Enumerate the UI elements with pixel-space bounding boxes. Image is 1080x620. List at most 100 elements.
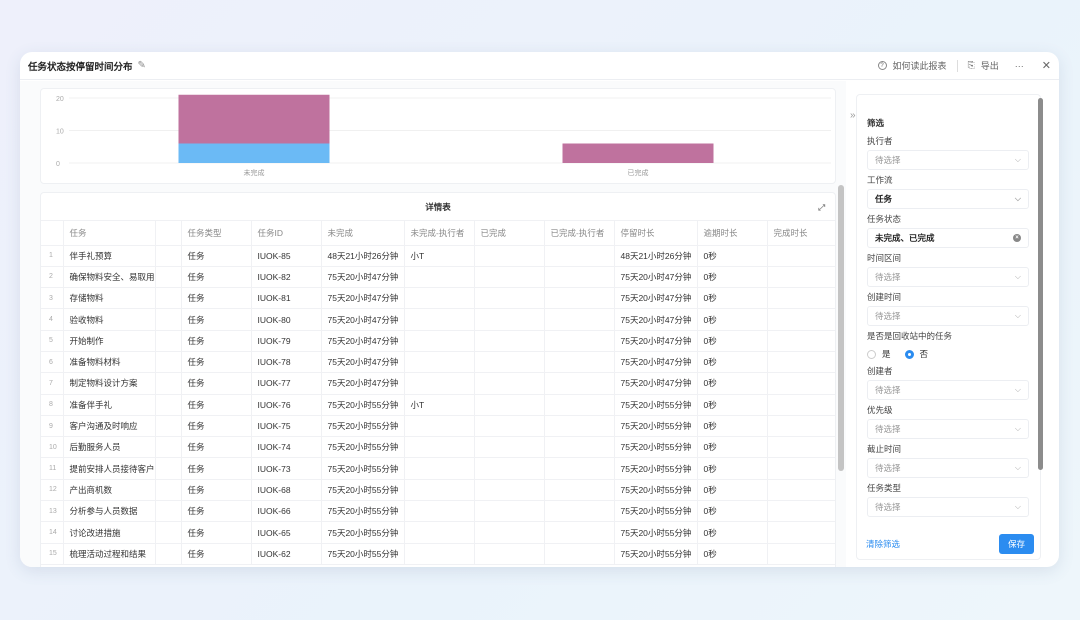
- table-cell: 确保物料安全、易取用: [63, 266, 156, 289]
- export-button[interactable]: 导出: [981, 59, 999, 72]
- table-row[interactable]: 5 开始制作 任务 IUOK-79 75天20小时47分钟 75天20小时47分钟 0秒: [41, 330, 835, 352]
- table-cell: 75天20小时47分钟: [321, 372, 405, 395]
- table-cell: 0秒: [697, 479, 768, 502]
- col-header[interactable]: 任务: [63, 221, 156, 246]
- stacked-bar-chart: 0 10 20 未完成 已完成: [56, 94, 831, 177]
- row-index: 2: [41, 266, 64, 289]
- filter-select[interactable]: 待选择 ⌵: [867, 380, 1029, 400]
- filter-select[interactable]: 待选择 ⌵: [867, 150, 1029, 170]
- table-row[interactable]: 4 验收物料 任务 IUOK-80 75天20小时47分钟 75天20小时47分钟 0秒: [41, 308, 835, 331]
- select-value: 待选择: [875, 272, 901, 282]
- col-header[interactable]: 逾期时长: [697, 221, 768, 246]
- filter-select[interactable]: 待选择 ⌵: [867, 267, 1029, 287]
- table-cell: 任务: [181, 500, 252, 523]
- col-header[interactable]: 未完成: [321, 221, 405, 246]
- table-row[interactable]: 8 准备伴手礼 任务 IUOK-76 75天20小时55分钟 小T 75天20小时55分钟 0…: [41, 394, 835, 416]
- radio-yes[interactable]: [867, 349, 876, 359]
- table-cell: 任务: [181, 394, 252, 416]
- table-cell: [155, 500, 182, 523]
- table-row[interactable]: 10 后勤服务人员 任务 IUOK-74 75天20小时55分钟 75天20小时55分钟 0…: [41, 436, 835, 459]
- table-cell: [155, 457, 182, 480]
- row-index: 10: [41, 436, 64, 459]
- filter-select[interactable]: 待选择 ⌵: [867, 419, 1029, 439]
- table-cell: 75天20小时47分钟: [321, 287, 405, 310]
- table-row[interactable]: 6 准备物料材料 任务 IUOK-78 75天20小时47分钟 75天20小时47分钟 0秒: [41, 351, 835, 374]
- table-row[interactable]: 9 客户沟通及时响应 任务 IUOK-75 75天20小时55分钟 75天20小时55分钟…: [41, 415, 835, 438]
- more-button[interactable]: ···: [1015, 61, 1024, 71]
- collapse-panel-icon[interactable]: »: [850, 110, 856, 121]
- col-header[interactable]: 任务ID: [251, 221, 322, 246]
- chevron-down-icon: ⌵: [1014, 155, 1021, 164]
- bar-segment: [178, 143, 330, 163]
- table-cell: 75天20小时47分钟: [614, 308, 698, 331]
- table-row[interactable]: 11 提前安排人员接待客户 任务 IUOK-73 75天20小时55分钟 75天20小时5…: [41, 457, 835, 480]
- close-button[interactable]: ✕: [1042, 59, 1051, 72]
- table-cell: [155, 266, 182, 289]
- table-cell: 0秒: [697, 372, 768, 395]
- y-tick-label: 10: [56, 129, 64, 136]
- table-row[interactable]: 15 梳理活动过程和结果 任务 IUOK-62 75天20小时55分钟 75天20小时55…: [41, 543, 835, 565]
- filter-select[interactable]: 待选择 ⌵: [867, 497, 1029, 517]
- chevron-down-icon: ⌵: [1014, 194, 1021, 203]
- filter-select[interactable]: 未完成、已完成 ×: [867, 228, 1029, 248]
- filter-select[interactable]: 任务 ⌵: [867, 189, 1029, 209]
- table-cell: [767, 351, 835, 374]
- col-header[interactable]: [155, 221, 182, 246]
- table-cell: IUOK-66: [251, 500, 322, 523]
- expand-icon[interactable]: ⤢: [818, 193, 825, 221]
- table-cell: [544, 543, 615, 565]
- table-cell: [404, 287, 475, 310]
- table-cell: 提前安排人员接待客户: [63, 457, 156, 480]
- x-tick-label: 未完成: [244, 168, 265, 177]
- col-header[interactable]: 完成时长: [767, 221, 835, 246]
- table-cell: [474, 394, 545, 416]
- table-cell: 75天20小时47分钟: [321, 308, 405, 331]
- table-cell: [474, 479, 545, 502]
- table-cell: [404, 479, 475, 502]
- filter-label: 创建者: [867, 366, 893, 376]
- table-row[interactable]: 1 伴手礼预算 任务 IUOK-85 48天21小时26分钟 小T 48天21小时26分钟 0…: [41, 245, 835, 267]
- panel-scrollbar[interactable]: [1038, 98, 1043, 470]
- filter-select[interactable]: 待选择 ⌵: [867, 306, 1029, 326]
- table-cell: 75天20小时55分钟: [614, 394, 698, 416]
- export-icon: ⎘: [967, 60, 975, 70]
- table-row[interactable]: 12 产出商机数 任务 IUOK-68 75天20小时55分钟 75天20小时55分钟 0秒: [41, 479, 835, 502]
- clear-icon[interactable]: ×: [1013, 234, 1021, 242]
- help-button[interactable]: 如何读此报表: [893, 59, 947, 72]
- table-cell: [155, 330, 182, 352]
- table-cell: 任务: [181, 521, 252, 544]
- table-row[interactable]: 13 分析参与人员数据 任务 IUOK-66 75天20小时55分钟 75天20小时55分…: [41, 500, 835, 523]
- filter-label: 时间区间: [867, 253, 902, 263]
- table-cell: 75天20小时55分钟: [321, 415, 405, 438]
- table-row[interactable]: 2 确保物料安全、易取用 任务 IUOK-82 75天20小时47分钟 75天20小时47…: [41, 266, 835, 289]
- table-row[interactable]: 7 制定物料设计方案 任务 IUOK-77 75天20小时47分钟 75天20小时47分钟…: [41, 372, 835, 395]
- radio-no[interactable]: [904, 349, 914, 359]
- save-button[interactable]: 保存: [999, 534, 1034, 554]
- col-header[interactable]: 未完成-执行者: [404, 221, 475, 246]
- table-cell: [544, 351, 615, 374]
- clear-filter-button[interactable]: 清除筛选: [866, 538, 900, 550]
- table-cell: [474, 543, 545, 565]
- table-cell: 小T: [404, 245, 475, 267]
- filter-select[interactable]: 待选择 ⌵: [867, 458, 1029, 478]
- table-cell: 0秒: [697, 436, 768, 459]
- row-index: 8: [41, 394, 64, 416]
- help-icon: ?: [877, 61, 887, 70]
- table-cell: [474, 457, 545, 480]
- bar-segment: [562, 143, 714, 163]
- col-header[interactable]: 停留时长: [614, 221, 698, 246]
- table-cell: 75天20小时47分钟: [614, 372, 698, 395]
- pencil-icon[interactable]: ✎: [138, 60, 146, 71]
- table-cell: [544, 415, 615, 438]
- table-cell: [767, 415, 835, 438]
- table-cell: 小T: [404, 394, 475, 416]
- table-row[interactable]: 3 存储物料 任务 IUOK-81 75天20小时47分钟 75天20小时47分钟 0秒: [41, 287, 835, 310]
- row-index: 6: [41, 351, 64, 374]
- col-header[interactable]: 已完成: [474, 221, 545, 246]
- table-cell: IUOK-85: [251, 245, 322, 267]
- col-header[interactable]: 已完成-执行者: [544, 221, 615, 246]
- col-header[interactable]: 任务类型: [181, 221, 252, 246]
- table-scrollbar[interactable]: [838, 185, 844, 471]
- table-cell: 75天20小时55分钟: [614, 500, 698, 523]
- table-row[interactable]: 14 讨论改进措施 任务 IUOK-65 75天20小时55分钟 75天20小时55分钟 0…: [41, 521, 835, 544]
